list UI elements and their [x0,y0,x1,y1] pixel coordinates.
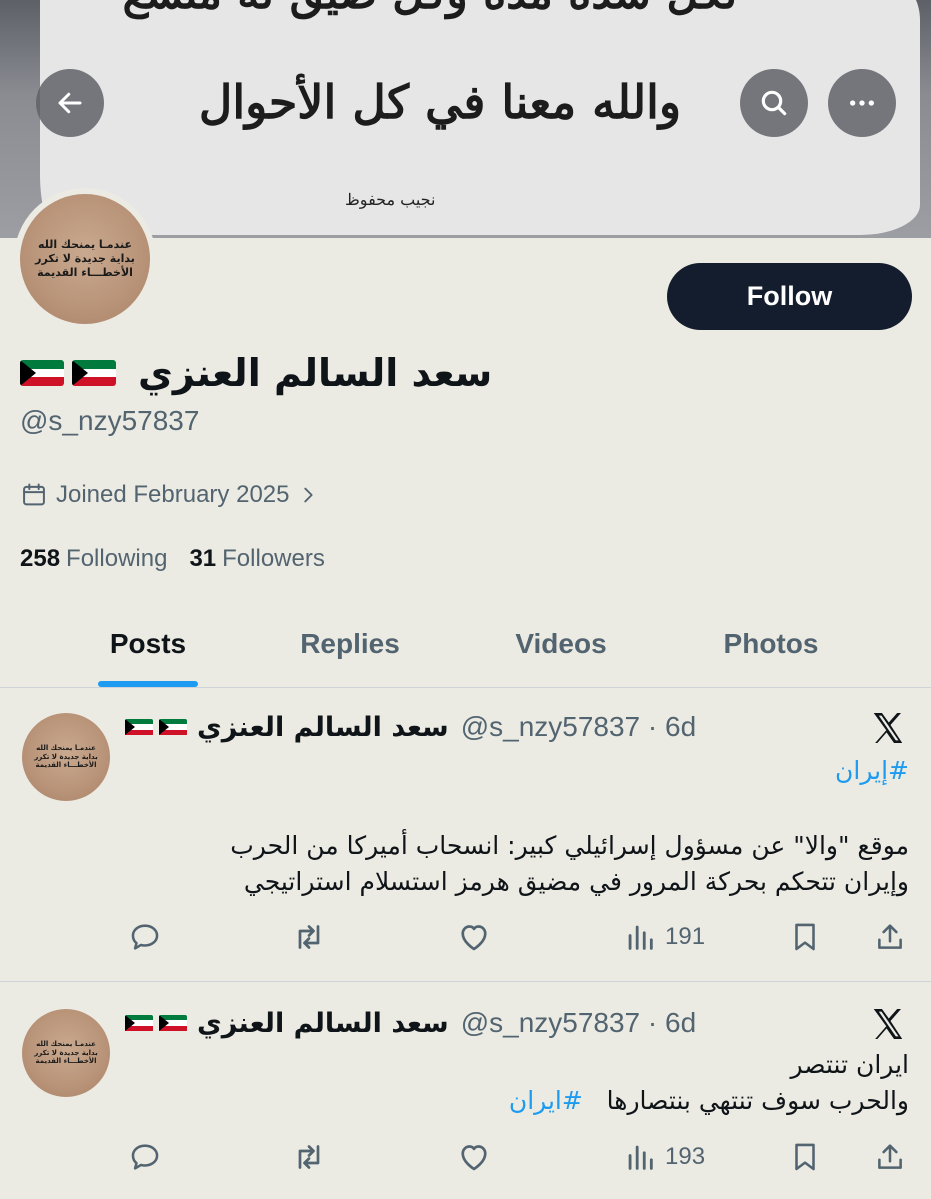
post-hashtag-line: #إيران [120,753,909,789]
hashtag-link[interactable]: #إيران [835,756,909,785]
kuwait-flag-icon [159,1014,187,1032]
avatar-text-line: الأخطـــاء القديمة [35,761,97,770]
following-label: Following [66,545,168,572]
avatar-image: عندمـا يمنحك الله بداية جديدة لا تكرر ال… [22,713,110,801]
post-item[interactable]: عندمـا يمنحك الله بداية جديدة لا تكرر ال… [0,689,931,982]
views-icon [628,925,653,950]
bookmark-icon [795,1143,815,1171]
views-button[interactable]: 191 [623,917,705,957]
avatar-text-line: بداية جديدة لا تكرر [35,252,135,266]
tab-replies[interactable]: Replies [280,600,420,688]
bookmark-button[interactable] [788,917,822,957]
avatar-text-line: الأخطـــاء القديمة [35,1057,97,1066]
avatar-image: عندمـا يمنحك الله بداية جديدة لا تكرر ال… [20,194,150,324]
reply-icon [131,924,159,950]
back-button[interactable] [36,69,104,137]
bookmark-button[interactable] [788,1137,822,1177]
followers-stat[interactable]: 31 Followers [189,545,324,573]
share-icon [878,924,902,949]
banner-quote-line-1: لكل شدة مدة وكل ضيق له متسع [50,0,810,19]
post-actions: 191 [128,917,908,957]
profile-name: سعد السالم العنزي [138,351,493,395]
kuwait-flag-icon [125,718,153,736]
followers-count: 31 [189,545,217,572]
more-options-button[interactable] [828,69,896,137]
repost-icon [298,1145,320,1169]
tab-photos[interactable]: Photos [704,600,838,688]
joined-date: Joined February 2025 [56,481,290,508]
reply-button[interactable] [128,917,162,957]
post-avatar[interactable]: عندمـا يمنحك الله بداية جديدة لا تكرر ال… [22,713,110,801]
profile-avatar[interactable]: عندمـا يمنحك الله بداية جديدة لا تكرر ال… [14,188,156,330]
banner-signature: نجيب محفوظ [345,190,436,209]
x-logo-icon [873,1008,903,1040]
post-author-name[interactable]: سعد السالم العنزي [197,712,449,743]
profile-banner[interactable]: لكل شدة مدة وكل ضيق له متسع والله معنا ف… [0,0,931,238]
post-text-line: وإيران تتحكم بحركة المرور في مضيق هرمز ا… [243,867,909,896]
x-logo-icon [873,712,903,744]
post-header: سعد السالم العنزي @s_nzy57837 · 6d [125,707,696,747]
kuwait-flag-icon [125,1014,153,1032]
search-icon [761,90,787,116]
post-text: ايران تنتصر والحرب سوف تنتهي بنتصارها #ا… [120,1047,909,1119]
post-text: موقع "والا" عن مسؤول إسرائيلي كبير: انسح… [120,828,909,900]
profile-display-name: سعد السالم العنزي [20,345,492,401]
avatar-text-line: الأخطـــاء القديمة [37,265,133,279]
post-text-line: موقع "والا" عن مسؤول إسرائيلي كبير: انسح… [230,831,909,860]
post-header: سعد السالم العنزي @s_nzy57837 · 6d [125,1003,696,1043]
back-arrow-icon [58,92,82,114]
more-icon [850,100,874,106]
like-button[interactable] [456,917,492,957]
search-button[interactable] [740,69,808,137]
avatar-text-line: عندمـا يمنحك الله [38,238,132,252]
post-text-line: والحرب سوف تنتهي بنتصارها #ايران [120,1083,909,1119]
followers-label: Followers [222,545,325,572]
repost-button[interactable] [291,1137,327,1177]
follow-stats: 258 Following 31 Followers [20,545,325,573]
profile-tabs: Posts Replies Videos Photos [0,600,931,688]
post-item[interactable]: عندمـا يمنحك الله بداية جديدة لا تكرر ال… [0,983,931,1199]
share-button[interactable] [873,917,907,957]
avatar-text-line: عندمـا يمنحك الله [36,1039,96,1048]
calendar-icon [23,483,45,506]
views-button[interactable]: 193 [623,1137,705,1177]
active-tab-indicator [98,681,198,687]
repost-icon [298,925,320,949]
reply-button[interactable] [128,1137,162,1177]
kuwait-flag-icon [20,360,64,386]
banner-quote-line-2: والله معنا في كل الأحوال [198,75,682,129]
post-handle-time: @s_nzy57837 · 6d [460,711,697,742]
post-text-fragment: والحرب سوف تنتهي بنتصارها [606,1086,909,1115]
following-stat[interactable]: 258 Following [20,545,167,573]
share-icon [878,1144,902,1169]
kuwait-flag-icon [72,360,116,386]
share-button[interactable] [873,1137,907,1177]
post-handle-time: @s_nzy57837 · 6d [460,1007,697,1038]
bookmark-icon [795,923,815,951]
like-button[interactable] [456,1137,492,1177]
views-count: 191 [665,923,706,950]
like-icon [461,1145,487,1171]
kuwait-flag-icon [159,718,187,736]
views-icon [628,1145,653,1170]
profile-handle: @s_nzy57837 [20,405,200,436]
chevron-right-icon [304,487,314,503]
tab-videos[interactable]: Videos [496,600,626,688]
like-icon [461,925,487,951]
following-count: 258 [20,545,61,572]
post-avatar[interactable]: عندمـا يمنحك الله بداية جديدة لا تكرر ال… [22,1009,110,1097]
reply-icon [131,1144,159,1170]
post-author-name[interactable]: سعد السالم العنزي [197,1008,449,1039]
avatar-image: عندمـا يمنحك الله بداية جديدة لا تكرر ال… [22,1009,110,1097]
post-actions: 193 [128,1137,908,1177]
tab-posts[interactable]: Posts [98,600,198,688]
follow-button[interactable]: Follow [667,263,912,330]
post-text-line: ايران تنتصر [790,1050,909,1079]
joined-date-row[interactable]: Joined February 2025 [20,481,319,509]
views-count: 193 [665,1143,706,1170]
hashtag-link[interactable]: #ايران [509,1086,583,1115]
repost-button[interactable] [291,917,327,957]
avatar-text-line: عندمـا يمنحك الله [36,743,96,752]
